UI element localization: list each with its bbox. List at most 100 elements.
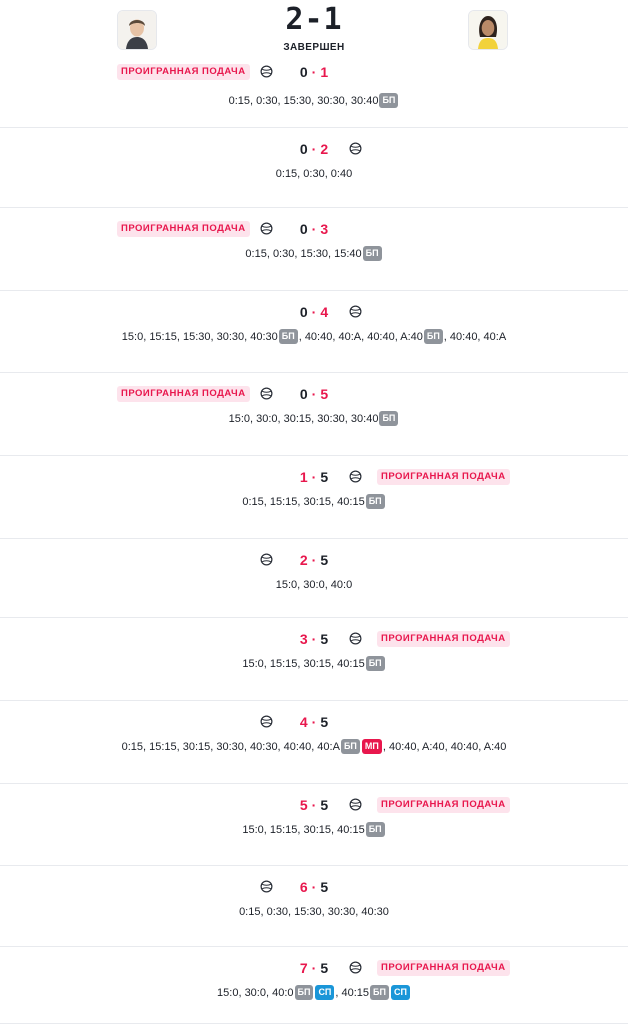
game-score-left: 0 bbox=[299, 141, 308, 157]
lost-serve-badge: ПРОИГРАННАЯ ПОДАЧА bbox=[117, 386, 250, 402]
score-separator: · bbox=[311, 631, 317, 647]
game-score: 0 · 1 bbox=[0, 64, 628, 80]
game-row: 4 · 5 0:15, 15:15, 30:15, 30:30, 40:30, 40:… bbox=[0, 701, 628, 784]
serve-ball-icon bbox=[260, 222, 273, 235]
point-sequence: , 40:40, 40:A, 40:40, A:40 bbox=[298, 331, 423, 343]
break-point-tag: БП bbox=[379, 93, 399, 108]
game-points: 0:15, 0:30, 0:40 bbox=[0, 166, 628, 182]
lost-serve-badge: ПРОИГРАННАЯ ПОДАЧА bbox=[117, 221, 250, 237]
point-sequence: 15:0, 30:0, 30:15, 30:30, 30:40 bbox=[228, 413, 379, 425]
game-score: 4 · 5 bbox=[0, 714, 628, 730]
score-separator: · bbox=[311, 714, 317, 730]
game-score: 7 · 5 bbox=[0, 960, 628, 976]
lost-serve-badge: ПРОИГРАННАЯ ПОДАЧА bbox=[117, 64, 250, 80]
score-separator: · bbox=[311, 797, 317, 813]
break-point-tag: БП bbox=[365, 822, 385, 837]
game-score-right: 5 bbox=[320, 469, 329, 485]
break-point-tag: БП bbox=[365, 494, 385, 509]
game-row: 0 · 3 ПРОИГРАННАЯ ПОДАЧА 0:15, 0:30, 15:30, … bbox=[0, 208, 628, 291]
game-points: 0:15, 0:30, 15:30, 15:40 БП bbox=[0, 246, 628, 262]
point-sequence: , 40:15 bbox=[335, 987, 370, 999]
score-separator: · bbox=[311, 221, 317, 237]
serve-ball-icon bbox=[349, 305, 362, 318]
point-sequence: 0:15, 15:15, 30:15, 30:30, 40:30, 40:40,… bbox=[121, 741, 340, 753]
game-row: 2 · 5 15:0, 30:0, 40:0 bbox=[0, 539, 628, 618]
point-sequence: 0:15, 0:30, 15:30, 15:40 bbox=[245, 248, 362, 260]
game-points: 0:15, 15:15, 30:15, 30:30, 40:30, 40:40,… bbox=[0, 739, 628, 755]
game-points: 15:0, 30:0, 40:0 bbox=[0, 577, 628, 593]
game-score-right: 3 bbox=[320, 221, 329, 237]
match-score: 2-1 bbox=[285, 2, 343, 37]
score-separator: · bbox=[311, 879, 317, 895]
game-score-right: 5 bbox=[320, 879, 329, 895]
game-score: 3 · 5 bbox=[0, 631, 628, 647]
lost-serve-badge: ПРОИГРАННАЯ ПОДАЧА bbox=[377, 797, 510, 813]
game-score-right: 5 bbox=[320, 714, 329, 730]
serve-ball-icon bbox=[260, 387, 273, 400]
serve-ball-icon bbox=[260, 65, 273, 78]
game-score: 0 · 2 bbox=[0, 141, 628, 157]
game-score-left: 2 bbox=[299, 552, 308, 568]
game-points: 15:0, 15:15, 15:30, 30:30, 40:30 БП, 40:4… bbox=[0, 329, 628, 345]
point-sequence: 15:0, 15:15, 15:30, 30:30, 40:30 bbox=[121, 331, 278, 343]
break-point-tag: БП bbox=[370, 985, 389, 1000]
point-sequence: , 40:40, A:40, 40:40, A:40 bbox=[382, 741, 507, 753]
game-score-right: 5 bbox=[320, 797, 329, 813]
games-list: 0 · 1 ПРОИГРАННАЯ ПОДАЧА 0:15, 0:30, 15:30, … bbox=[0, 62, 628, 1024]
break-point-tag: БП bbox=[365, 656, 385, 671]
break-point-tag: БП bbox=[278, 329, 298, 344]
lost-serve-badge: ПРОИГРАННАЯ ПОДАЧА bbox=[377, 960, 510, 976]
match-header: 2-1 ЗАВЕРШЕН bbox=[0, 0, 628, 62]
game-points: 15:0, 15:15, 30:15, 40:15 БП bbox=[0, 656, 628, 672]
score-separator: · bbox=[311, 386, 317, 402]
game-score-left: 3 bbox=[299, 631, 308, 647]
game-score-left: 0 bbox=[299, 304, 308, 320]
game-score-left: 0 bbox=[299, 221, 308, 237]
serve-ball-icon bbox=[349, 961, 362, 974]
serve-ball-icon bbox=[349, 142, 362, 155]
game-score: 1 · 5 bbox=[0, 469, 628, 485]
point-sequence: 15:0, 15:15, 30:15, 40:15 bbox=[242, 658, 365, 670]
game-score-right: 5 bbox=[320, 386, 329, 402]
score-separator: · bbox=[311, 141, 317, 157]
point-sequence: , 40:40, 40:A bbox=[443, 331, 507, 343]
game-row: 6 · 5 0:15, 0:30, 15:30, 30:30, 40:30 bbox=[0, 866, 628, 947]
score-separator: · bbox=[311, 960, 317, 976]
game-row: 0 · 2 0:15, 0:30, 0:40 bbox=[0, 128, 628, 208]
break-point-tag: БП bbox=[362, 246, 382, 261]
game-score: 0 · 5 bbox=[0, 386, 628, 402]
point-sequence: 0:15, 0:30, 15:30, 30:30, 30:40 bbox=[228, 95, 379, 107]
game-score: 5 · 5 bbox=[0, 797, 628, 813]
game-score-right: 5 bbox=[320, 631, 329, 647]
serve-ball-icon bbox=[260, 715, 273, 728]
game-score-left: 5 bbox=[299, 797, 308, 813]
game-score-right: 5 bbox=[320, 960, 329, 976]
serve-ball-icon bbox=[349, 632, 362, 645]
score-separator: · bbox=[311, 552, 317, 568]
serve-ball-icon bbox=[349, 798, 362, 811]
point-sequence: 0:15, 0:30, 15:30, 30:30, 40:30 bbox=[239, 906, 389, 918]
game-score-left: 1 bbox=[299, 469, 308, 485]
game-points: 0:15, 0:30, 15:30, 30:30, 40:30 bbox=[0, 904, 628, 920]
score-separator: · bbox=[311, 304, 317, 320]
break-point-tag: БП bbox=[423, 329, 443, 344]
serve-ball-icon bbox=[260, 880, 273, 893]
game-score-right: 2 bbox=[320, 141, 329, 157]
game-score-left: 4 bbox=[299, 714, 308, 730]
game-score-right: 4 bbox=[320, 304, 329, 320]
game-row: 3 · 5 ПРОИГРАННАЯ ПОДАЧА 15:0, 15:15, 30:15,… bbox=[0, 618, 628, 701]
point-sequence: 15:0, 15:15, 30:15, 40:15 bbox=[242, 824, 365, 836]
break-point-tag: БП bbox=[294, 985, 314, 1000]
game-row: 0 · 1 ПРОИГРАННАЯ ПОДАЧА 0:15, 0:30, 15:30, … bbox=[0, 62, 628, 128]
game-score: 0 · 4 bbox=[0, 304, 628, 320]
game-score: 0 · 3 bbox=[0, 221, 628, 237]
match-status: ЗАВЕРШЕН bbox=[283, 42, 345, 53]
game-score-right: 5 bbox=[320, 552, 329, 568]
game-row: 1 · 5 ПРОИГРАННАЯ ПОДАЧА 0:15, 15:15, 30:15,… bbox=[0, 456, 628, 539]
serve-ball-icon bbox=[349, 470, 362, 483]
game-points: 15:0, 30:0, 40:0 БП СП, 40:15 БП СП bbox=[0, 985, 628, 1001]
game-score-left: 0 bbox=[299, 64, 308, 80]
player-2-avatar[interactable] bbox=[468, 10, 508, 50]
game-points: 15:0, 30:0, 30:15, 30:30, 30:40 БП bbox=[0, 411, 628, 427]
point-sequence: 0:15, 15:15, 30:15, 40:15 bbox=[242, 496, 365, 508]
